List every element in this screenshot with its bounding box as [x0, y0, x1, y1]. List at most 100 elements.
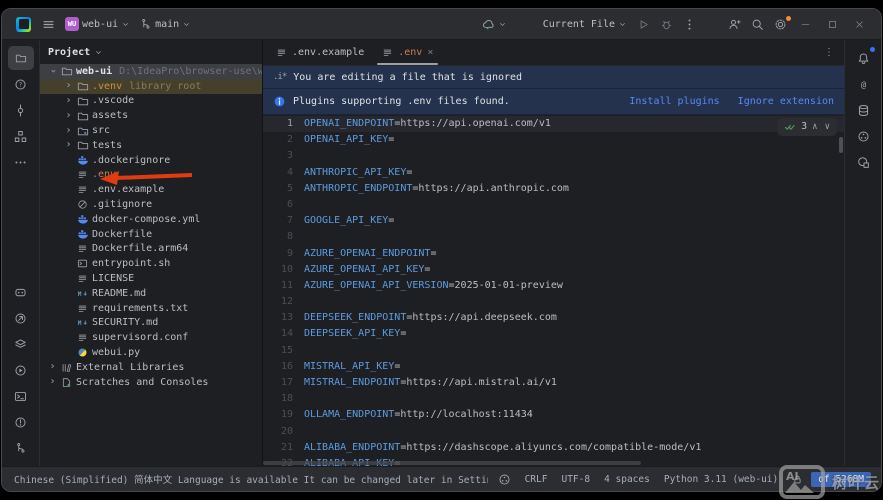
expand-chevron-icon[interactable]: › [62, 81, 75, 91]
settings-button[interactable] [769, 15, 792, 34]
tree-item-requirements-txt[interactable]: requirements.txt [40, 301, 262, 316]
code-line[interactable]: 12 [263, 294, 844, 310]
code-line[interactable]: 13 DEEPSEEK_ENDPOINT=https://api.deepsee… [263, 310, 844, 326]
tree-item-external-libraries[interactable]: › External Libraries [40, 360, 262, 375]
expand-chevron-icon[interactable]: › [48, 65, 58, 78]
ai-chat-tool-icon[interactable] [8, 280, 34, 304]
code-line[interactable]: 7 GOOGLE_API_KEY= [263, 213, 844, 229]
ai-assistant-icon[interactable]: @ [850, 72, 876, 96]
services-tool-icon[interactable] [8, 332, 34, 356]
structure-tool-icon[interactable] [8, 124, 34, 148]
code-line[interactable]: 4 ANTHROPIC_API_KEY= [263, 165, 844, 181]
close-button[interactable] [846, 17, 873, 32]
next-problem-icon[interactable]: ∨ [825, 119, 830, 135]
search-everywhere-button[interactable] [746, 15, 769, 34]
more-actions-button[interactable] [678, 15, 701, 34]
status-segment-python-3-11-web-ui[interactable]: Python 3.11 (web-ui) [664, 474, 778, 485]
code-with-me-users-button[interactable] [723, 15, 746, 34]
code-line[interactable]: 19 OLLAMA_ENDPOINT=http://localhost:1143… [263, 407, 844, 423]
tree-item-entrypoint-sh[interactable]: entrypoint.sh [40, 256, 262, 271]
code-with-me-button[interactable] [477, 15, 512, 34]
tree-item-dockerfile[interactable]: Dockerfile [40, 227, 262, 242]
tree-item-dockerfile-arm64[interactable]: Dockerfile.arm64 [40, 242, 262, 257]
banner-action-ignore-extension[interactable]: Ignore extension [738, 96, 834, 107]
status-segment-4-spaces[interactable]: 4 spaces [604, 474, 650, 485]
prev-problem-icon[interactable]: ∧ [812, 119, 817, 135]
expand-chevron-icon[interactable]: › [62, 126, 75, 136]
horizontal-scrollbar[interactable] [263, 461, 641, 465]
banner-action-install-plugins[interactable]: Install plugins [629, 96, 719, 107]
tree-item-license[interactable]: LICENSE [40, 271, 262, 286]
tab-close-icon[interactable]: × [427, 47, 433, 58]
run-button[interactable] [632, 15, 655, 34]
expand-chevron-icon[interactable]: › [62, 111, 75, 121]
code-line[interactable]: 10 AZURE_OPENAI_API_KEY= [263, 262, 844, 278]
code-line[interactable]: 6 [263, 197, 844, 213]
tab-options-kebab-icon[interactable]: ⋮ [814, 47, 844, 58]
tree-item-docker-compose-yml[interactable]: docker-compose.yml [40, 212, 262, 227]
code-line[interactable]: 16 MISTRAL_API_KEY= [263, 359, 844, 375]
main-menu-button[interactable] [37, 15, 60, 34]
code-line[interactable]: 5 ANTHROPIC_ENDPOINT=https://api.anthrop… [263, 181, 844, 197]
tree-item-readme-md[interactable]: M README.md [40, 286, 262, 301]
tree-item-web-ui[interactable]: › web-ui D:\IdeaPro\browser-use\web-ui [40, 64, 262, 79]
tree-item-scratches-and-consoles[interactable]: › Scratches and Consoles [40, 375, 262, 390]
vertical-scrollbar[interactable] [839, 137, 843, 153]
run-tool-icon[interactable] [8, 358, 34, 382]
database-tool-icon[interactable] [850, 98, 876, 122]
inspections-widget[interactable]: 3 ∧∨ [777, 118, 837, 136]
tab-env[interactable]: .env× [373, 40, 442, 65]
gradle-tool-icon[interactable] [850, 124, 876, 148]
debug-button[interactable] [655, 15, 678, 34]
status-segment-utf-8[interactable]: UTF-8 [561, 474, 590, 485]
minimize-button[interactable] [792, 17, 819, 32]
notifications-icon[interactable] [850, 46, 876, 70]
status-segment-crlf[interactable]: CRLF [525, 474, 548, 485]
code-line[interactable]: 21 ALIBABA_ENDPOINT=https://dashscope.al… [263, 440, 844, 456]
more-tools-icon[interactable] [8, 150, 34, 174]
project-widget[interactable]: WU web-ui [60, 14, 135, 34]
tree-item-src[interactable]: › src [40, 123, 262, 138]
dependencies-tool-icon[interactable] [850, 150, 876, 174]
expand-chevron-icon[interactable]: › [62, 96, 75, 106]
tree-item-vscode[interactable]: › .vscode [40, 94, 262, 109]
run-config-selector[interactable]: Current File [538, 16, 632, 33]
terminal-tool-icon[interactable] [8, 384, 34, 408]
status-message[interactable]: Chinese (Simplified) 简体中文 Language is av… [14, 472, 488, 486]
code-line[interactable]: 18 [263, 391, 844, 407]
code-line[interactable]: 17 MISTRAL_ENDPOINT=https://api.mistral.… [263, 375, 844, 391]
expand-chevron-icon[interactable]: › [46, 377, 59, 387]
tree-item-venv[interactable]: › .venv library root [40, 79, 262, 94]
tree-item-assets[interactable]: › assets [40, 108, 262, 123]
code-line[interactable]: 15 [263, 343, 844, 359]
branch-widget[interactable]: main [135, 15, 196, 33]
code-line[interactable]: 1 OPENAI_ENDPOINT=https://api.openai.com… [263, 116, 844, 132]
code-line[interactable]: 14 DEEPSEEK_API_KEY= [263, 326, 844, 342]
tree-item-supervisord-conf[interactable]: supervisord.conf [40, 330, 262, 345]
code-line[interactable]: 11 AZURE_OPENAI_API_VERSION=2025-01-01-p… [263, 278, 844, 294]
expand-chevron-icon[interactable]: › [46, 362, 59, 372]
code-line[interactable]: 8 [263, 229, 844, 245]
tree-item-env-example[interactable]: .env.example [40, 182, 262, 197]
memory-indicator[interactable]: of 5268M [811, 472, 871, 487]
code-line[interactable]: 9 AZURE_OPENAI_ENDPOINT= [263, 246, 844, 262]
tree-item-tests[interactable]: › tests [40, 138, 262, 153]
expand-chevron-icon[interactable]: › [62, 140, 75, 150]
tree-item-env[interactable]: .env [40, 168, 262, 183]
problems-tool-icon[interactable] [8, 410, 34, 434]
code-line[interactable]: 3 [263, 148, 844, 164]
tree-item-gitignore[interactable]: .gitignore [40, 197, 262, 212]
version-control-tool-icon[interactable] [8, 436, 34, 460]
python-console-tool-icon[interactable] [8, 306, 34, 330]
tab-env-example[interactable]: .env.example [267, 40, 373, 65]
project-panel-header[interactable]: Project [40, 40, 262, 64]
project-tool-icon[interactable] [8, 46, 34, 70]
tree-item-webui-py[interactable]: webui.py [40, 345, 262, 360]
tree-item-dockerignore[interactable]: .dockerignore [40, 153, 262, 168]
code-editor[interactable]: 1 OPENAI_ENDPOINT=https://api.openai.com… [263, 115, 844, 466]
commit-tool-icon[interactable] [8, 98, 34, 122]
repository-tool-icon[interactable]: ? [8, 72, 34, 96]
tree-item-security-md[interactable]: M SECURITY.md [40, 316, 262, 331]
maximize-button[interactable] [819, 17, 846, 32]
code-line[interactable]: 20 [263, 424, 844, 440]
